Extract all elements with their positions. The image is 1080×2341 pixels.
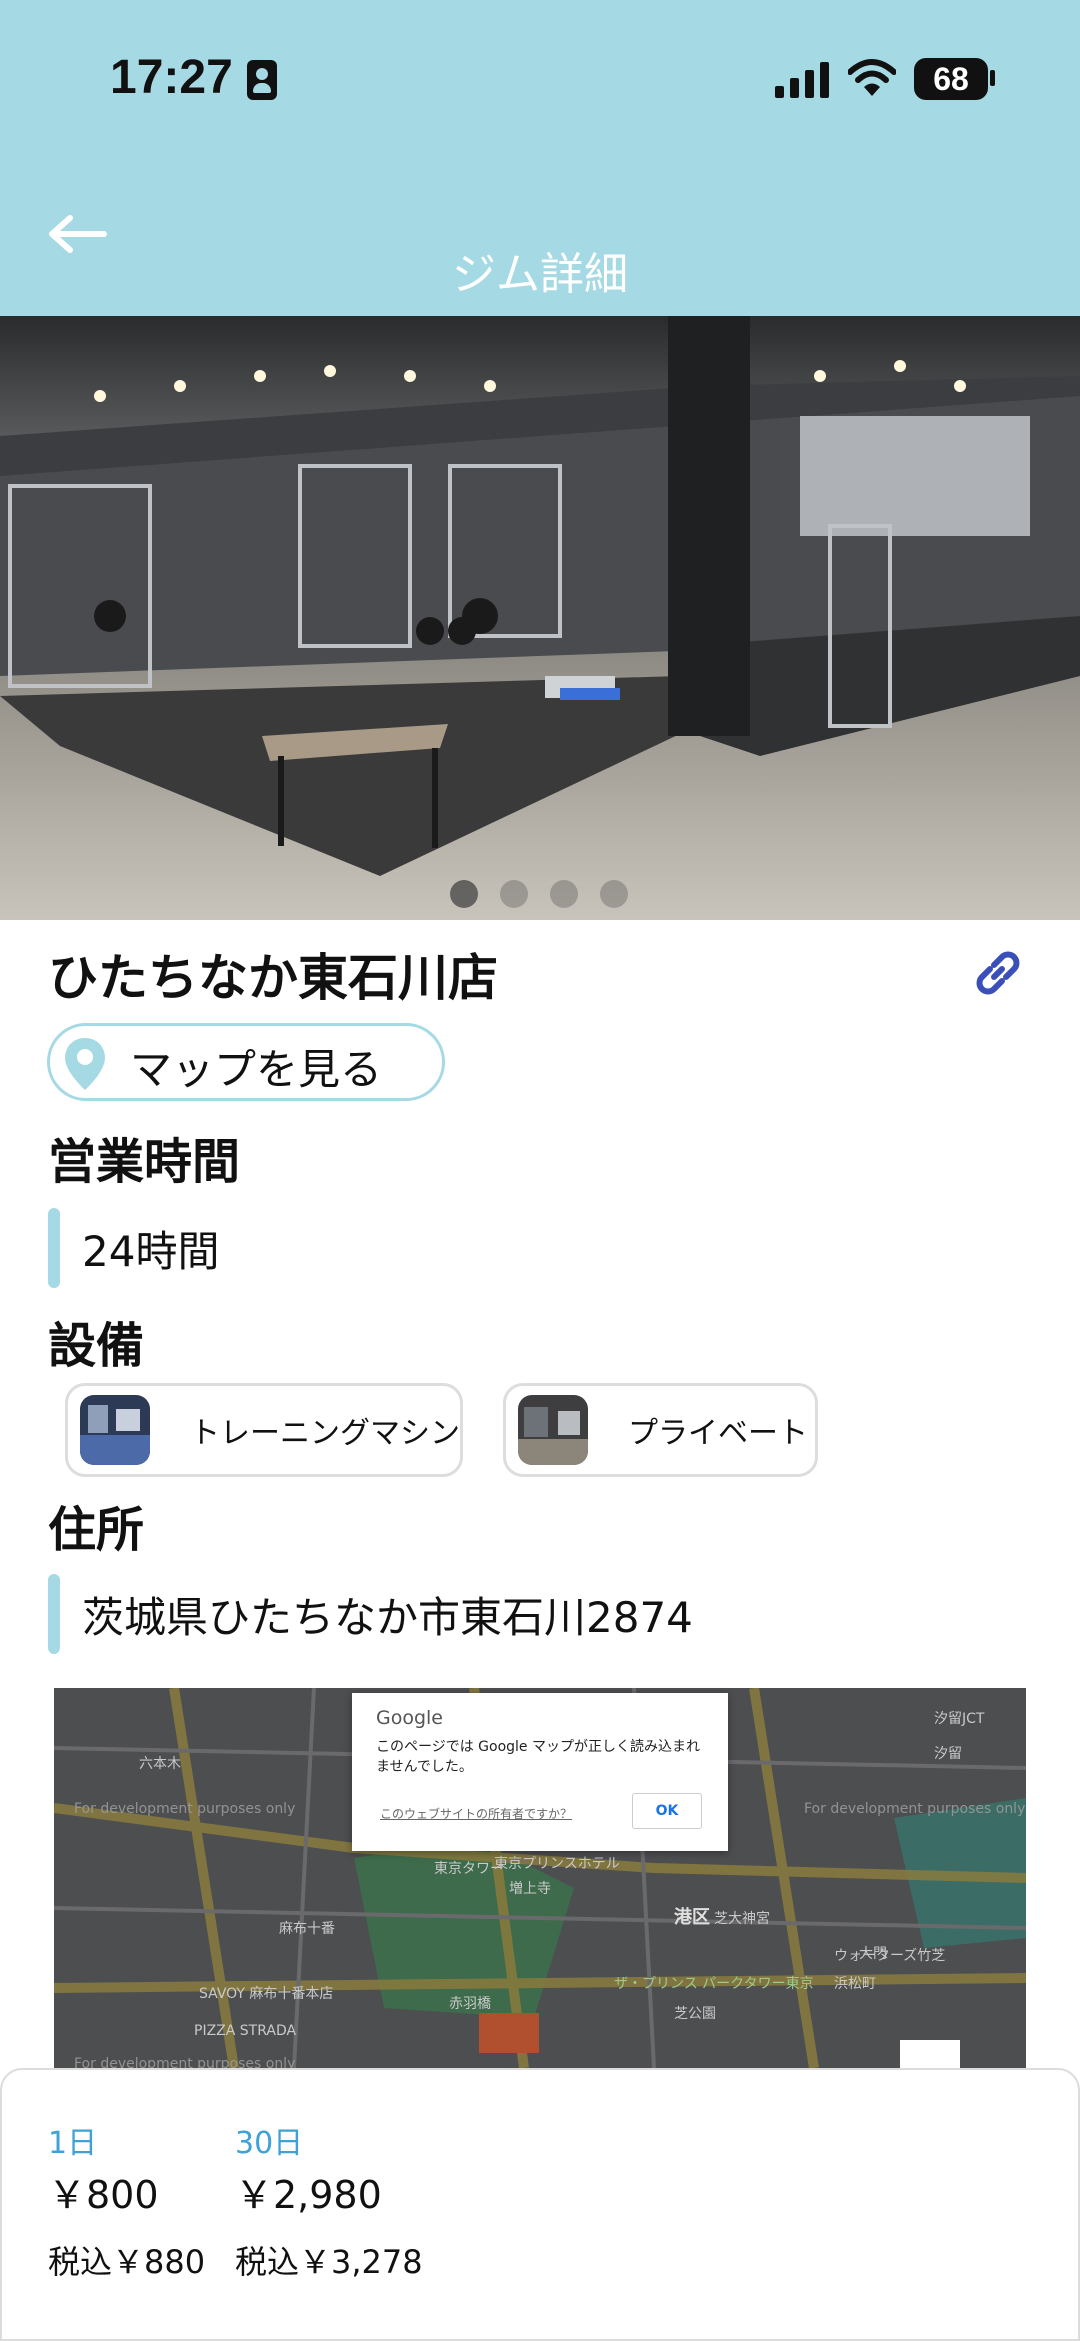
plan-period: 30日: [235, 2126, 304, 2161]
wifi-icon: [848, 59, 896, 96]
dev-watermark: For development purposes only: [74, 1801, 295, 1817]
gym-name: ひたちなか東石川店: [48, 949, 498, 1007]
plan-price: ￥800: [48, 2173, 159, 2217]
map-label: 赤羽橋: [449, 1996, 491, 2012]
dev-watermark: For development purposes only: [74, 2056, 295, 2068]
carousel-dots[interactable]: [450, 880, 628, 908]
carousel-dot[interactable]: [600, 880, 628, 908]
address-heading: 住所: [48, 1502, 145, 1558]
address-value: 茨城県ひたちなか市東石川2874: [82, 1592, 693, 1642]
map-pin-icon: [65, 1038, 105, 1090]
accent-bar: [48, 1574, 60, 1654]
ok-button[interactable]: OK: [632, 1793, 702, 1829]
plan-price: ￥2,980: [235, 2173, 382, 2217]
plan-1day[interactable]: 1日 ￥800 税込￥880: [48, 2118, 205, 2283]
google-logo: Google: [376, 1707, 444, 1729]
map-label: PIZZA STRADA: [194, 2023, 296, 2039]
carousel-dot[interactable]: [450, 880, 478, 908]
view-map-button[interactable]: マップを見る: [47, 1023, 445, 1101]
map-error-message: このページでは Google マップが正しく読み込まれませんでした。: [376, 1739, 700, 1775]
hours-value: 24時間: [82, 1226, 220, 1276]
map-label: 東京プリンスホテル: [494, 1856, 620, 1872]
facility-thumbnail: [518, 1395, 588, 1465]
map-label: ザ・プリンス パークタワー東京: [614, 1976, 814, 1992]
map-label: 港区: [674, 1907, 710, 1928]
map-label: 芝大神宮: [714, 1911, 770, 1927]
facility-chip[interactable]: トレーニングマシン: [65, 1383, 463, 1477]
map-label: 増上寺: [509, 1881, 551, 1897]
plan-30day[interactable]: 30日 ￥2,980 税込￥3,278: [235, 2118, 423, 2283]
map-error-dialog: Google このページでは Google マップが正しく読み込まれませんでした…: [352, 1693, 728, 1851]
map-label: 六本木: [139, 1756, 181, 1772]
link-icon[interactable]: [970, 945, 1026, 1001]
page-title: ジム詳細: [452, 249, 628, 300]
facility-label: トレーニングマシン: [190, 1416, 460, 1451]
map-label: SAVOY 麻布十番本店: [199, 1986, 333, 2002]
map-label: 汐留JCT: [934, 1711, 985, 1727]
plan-period: 1日: [48, 2126, 98, 2161]
hours-row: 24時間: [48, 1208, 219, 1288]
facility-label: プライベート: [628, 1416, 808, 1451]
hours-heading: 営業時間: [48, 1134, 241, 1190]
app-header: 17:27 68 ジム詳細: [0, 0, 1080, 316]
carousel-dot[interactable]: [550, 880, 578, 908]
plan-tax-included: 税込￥3,278: [235, 2243, 423, 2281]
pricing-sheet: 1日 ￥800 税込￥880 30日 ￥2,980 税込￥3,278: [0, 2068, 1080, 2341]
gym-photo: [0, 316, 1080, 920]
map-label: 麻布十番: [279, 1921, 335, 1937]
battery-indicator: 68: [914, 58, 988, 100]
focus-person-icon: [247, 60, 277, 100]
view-map-label: マップを見る: [130, 1045, 383, 1094]
dev-watermark: For development purposes only: [804, 1801, 1025, 1817]
facility-chip[interactable]: プライベート: [503, 1383, 818, 1477]
battery-tip: [990, 70, 995, 86]
status-time: 17:27: [110, 51, 233, 104]
carousel-dot[interactable]: [500, 880, 528, 908]
map-label: ウォーターズ竹芝: [834, 1948, 945, 1964]
accent-bar: [48, 1208, 60, 1288]
facility-thumbnail: [80, 1395, 150, 1465]
address-row: 茨城県ひたちなか市東石川2874: [48, 1574, 693, 1654]
map-label: 浜松町: [834, 1976, 876, 1992]
facilities-heading: 設備: [48, 1318, 145, 1374]
map-label: 芝公園: [674, 2006, 716, 2022]
gym-photo-carousel[interactable]: [0, 316, 1080, 920]
cellular-signal-icon: [775, 62, 829, 98]
map-label: 汐留: [934, 1746, 962, 1762]
plan-tax-included: 税込￥880: [48, 2243, 206, 2281]
owner-link[interactable]: このウェブサイトの所有者ですか？: [380, 1805, 572, 1822]
